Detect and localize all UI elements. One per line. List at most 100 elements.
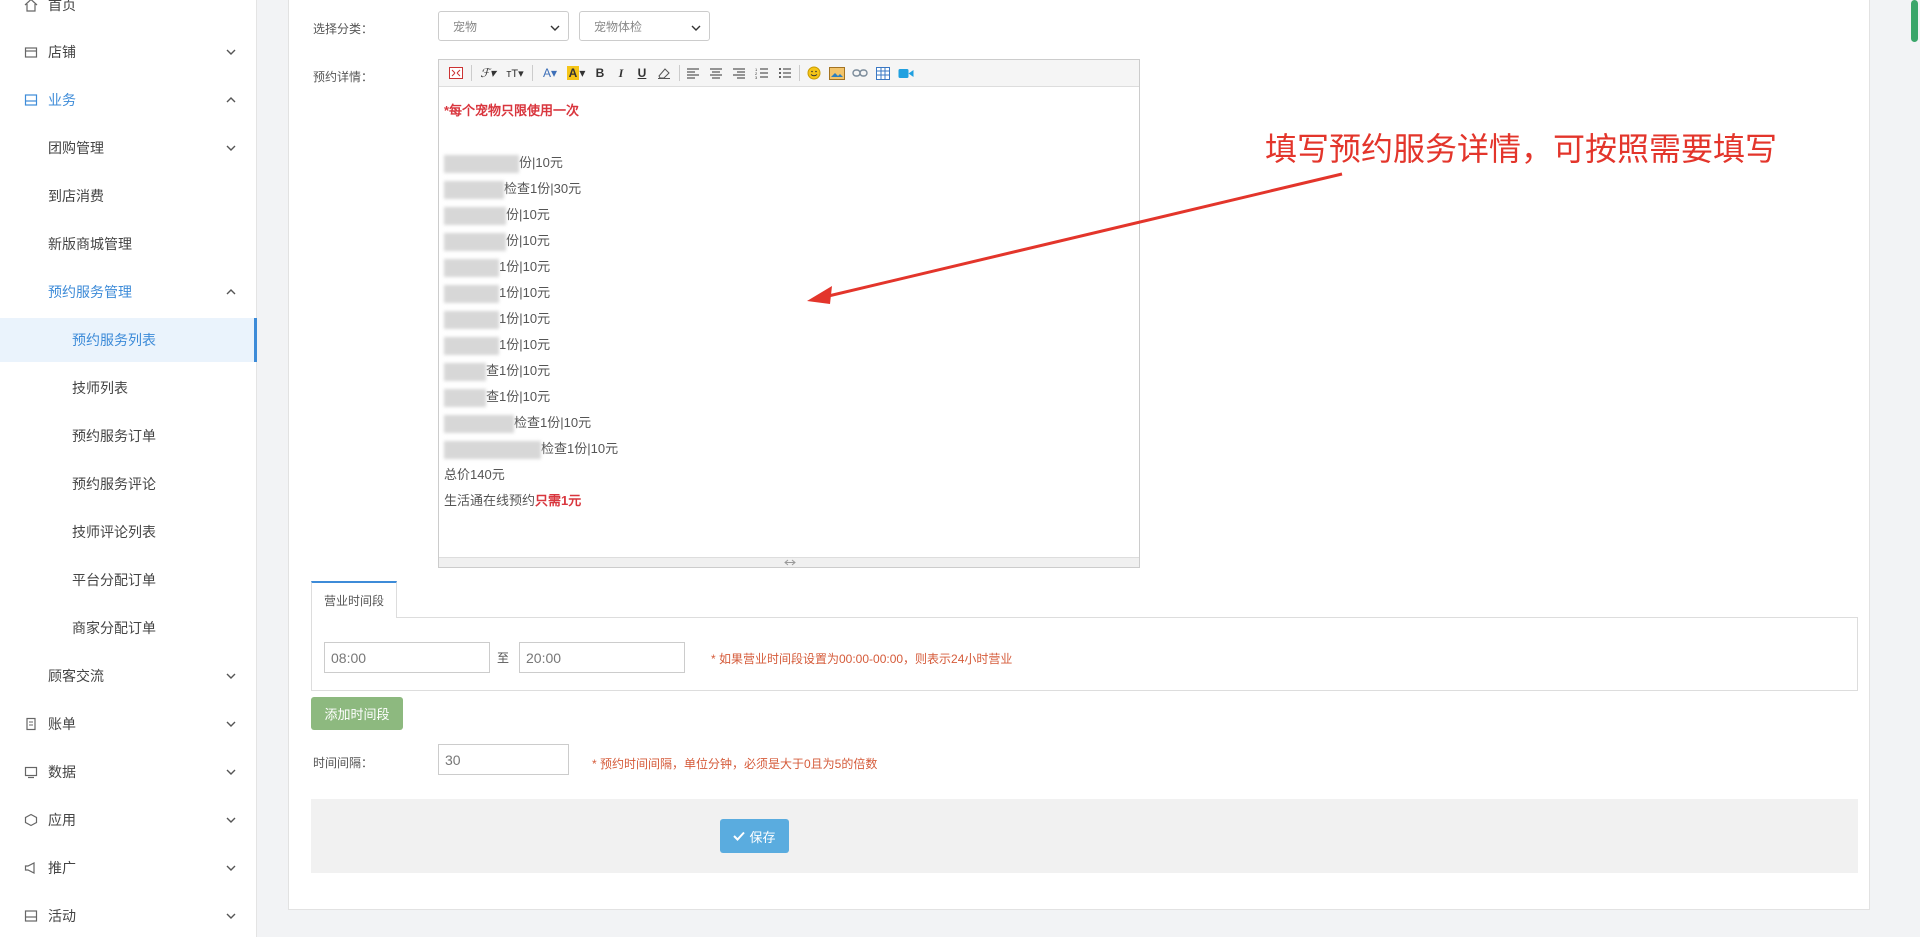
sidebar-item-label: 活动 xyxy=(48,908,76,924)
category-select-primary[interactable]: 宠物 xyxy=(438,11,569,41)
scrollbar-thumb[interactable] xyxy=(1911,0,1918,42)
sidebar-item-label: 到店消费 xyxy=(48,188,104,204)
link-icon[interactable] xyxy=(851,64,869,82)
save-button-label: 保存 xyxy=(749,829,776,845)
video-icon[interactable] xyxy=(897,64,915,82)
align-center-icon[interactable] xyxy=(708,64,724,82)
blurred-text xyxy=(444,310,499,329)
blurred-text xyxy=(444,284,499,303)
editor-line: 1份|10元 xyxy=(444,256,550,277)
editor-line: 检查1份|30元 xyxy=(444,178,581,199)
page-scrollbar[interactable] xyxy=(1908,0,1920,937)
sidebar-item-label: 推广 xyxy=(48,860,76,876)
blurred-text xyxy=(444,232,506,251)
sidebar-item-merchant-orders[interactable]: 商家分配订单 xyxy=(0,606,256,650)
font-size-icon[interactable]: тT▾ xyxy=(503,64,527,82)
sidebar-item-appointment-mgmt[interactable]: 预约服务管理 xyxy=(0,270,256,314)
editor-line: 查1份|10元 xyxy=(444,386,550,407)
sidebar-item-bill[interactable]: 账单 xyxy=(0,702,256,746)
hours-end-input[interactable] xyxy=(519,642,685,673)
editor-content[interactable]: *每个宠物只限使用一次 份|10元 检查1份|30元 份|10元 份|10元 1… xyxy=(439,87,1139,559)
blurred-text xyxy=(444,414,514,433)
chevron-down-icon xyxy=(550,21,560,35)
app-icon xyxy=(23,812,39,828)
sidebar-item-store[interactable]: 店铺 xyxy=(0,30,256,74)
save-button[interactable]: 保存 xyxy=(720,819,789,853)
editor-line: 检查1份|10元 xyxy=(444,438,618,459)
blurred-text xyxy=(444,336,499,355)
sidebar-item-appointment-orders[interactable]: 预约服务订单 xyxy=(0,414,256,458)
sidebar-item-label: 预约服务评论 xyxy=(72,476,156,492)
highlight-color-icon[interactable]: A ▾ xyxy=(565,64,587,82)
align-left-icon[interactable] xyxy=(685,64,701,82)
emoji-icon[interactable] xyxy=(805,64,823,82)
activity-icon xyxy=(23,908,39,924)
sidebar: 首页 店铺 业务 团购管理 到店消费 新版商城管理 预约服务管理 预约服务列表 … xyxy=(0,0,257,937)
data-icon xyxy=(23,764,39,780)
sidebar-item-in-store[interactable]: 到店消费 xyxy=(0,174,256,218)
font-family-icon[interactable]: ℱ▾ xyxy=(477,64,499,82)
editor-line: 1份|10元 xyxy=(444,282,550,303)
sidebar-item-customer-chat[interactable]: 顾客交流 xyxy=(0,654,256,698)
editor-line: 1份|10元 xyxy=(444,308,550,329)
blurred-text xyxy=(444,362,486,381)
chevron-down-icon xyxy=(226,143,236,153)
sidebar-item-appointment-list[interactable]: 预约服务列表 xyxy=(0,318,257,362)
sidebar-item-label: 平台分配订单 xyxy=(72,572,156,588)
editor-line: *每个宠物只限使用一次 xyxy=(444,103,580,118)
underline-icon[interactable]: U xyxy=(634,64,650,82)
editor-resize-handle[interactable] xyxy=(439,557,1139,567)
sidebar-item-home[interactable]: 首页 xyxy=(0,0,256,27)
table-icon[interactable] xyxy=(874,64,892,82)
sidebar-item-label: 账单 xyxy=(48,716,76,732)
sidebar-item-data[interactable]: 数据 xyxy=(0,750,256,794)
interval-label: 时间间隔： xyxy=(313,756,374,770)
sidebar-item-technician-list[interactable]: 技师列表 xyxy=(0,366,256,410)
interval-input[interactable] xyxy=(438,744,569,775)
tab-business-hours[interactable]: 营业时间段 xyxy=(311,581,397,618)
chevron-up-icon xyxy=(226,95,236,105)
business-hours-panel: 至 * 如果营业时间段设置为00:00-00:00，则表示24小时营业 xyxy=(311,617,1858,691)
sidebar-item-activity[interactable]: 活动 xyxy=(0,894,256,937)
sidebar-item-label: 首页 xyxy=(48,0,76,13)
sidebar-item-app[interactable]: 应用 xyxy=(0,798,256,842)
sidebar-item-label: 预约服务订单 xyxy=(72,428,156,444)
chevron-down-icon xyxy=(226,863,236,873)
sidebar-item-promote[interactable]: 推广 xyxy=(0,846,256,890)
hours-to-label: 至 xyxy=(497,651,510,665)
sidebar-item-label: 商家分配订单 xyxy=(72,620,156,636)
bold-icon[interactable]: B xyxy=(592,64,608,82)
chevron-down-icon xyxy=(691,21,701,35)
sidebar-item-business[interactable]: 业务 xyxy=(0,78,256,122)
editor-line: 检查1份|10元 xyxy=(444,412,591,433)
sidebar-item-label: 技师评论列表 xyxy=(72,524,156,540)
sidebar-item-label: 顾客交流 xyxy=(48,668,104,684)
fullscreen-icon[interactable] xyxy=(447,64,465,82)
rich-text-editor[interactable]: ℱ▾ тT▾ A▾ A ▾ B I U 123 *每个宠物只限使用一次 份|10元… xyxy=(438,59,1140,568)
annotation-arrow-icon xyxy=(807,172,1343,304)
sidebar-item-label: 业务 xyxy=(48,92,76,108)
italic-icon[interactable]: I xyxy=(613,64,629,82)
detail-label: 预约详情： xyxy=(313,70,374,84)
editor-line: 查1份|10元 xyxy=(444,360,550,381)
blurred-text xyxy=(444,154,519,173)
sidebar-item-label: 店铺 xyxy=(48,44,76,60)
add-time-slot-button[interactable]: 添加时间段 xyxy=(311,697,403,730)
sidebar-item-platform-orders[interactable]: 平台分配订单 xyxy=(0,558,256,602)
align-right-icon[interactable] xyxy=(731,64,747,82)
eraser-icon[interactable] xyxy=(655,64,673,82)
sidebar-item-technician-reviews[interactable]: 技师评论列表 xyxy=(0,510,256,554)
editor-line: 份|10元 xyxy=(444,152,563,173)
image-icon[interactable] xyxy=(828,64,846,82)
editor-toolbar: ℱ▾ тT▾ A▾ A ▾ B I U 123 xyxy=(439,60,1139,87)
sidebar-item-appointment-reviews[interactable]: 预约服务评论 xyxy=(0,462,256,506)
font-color-icon[interactable]: A▾ xyxy=(539,64,561,82)
chevron-down-icon xyxy=(226,47,236,57)
ordered-list-icon[interactable]: 123 xyxy=(754,64,770,82)
unordered-list-icon[interactable] xyxy=(777,64,793,82)
editor-line: 份|10元 xyxy=(444,230,550,251)
category-select-secondary[interactable]: 宠物体检 xyxy=(579,11,710,41)
sidebar-item-group-buy[interactable]: 团购管理 xyxy=(0,126,256,170)
sidebar-item-new-mall[interactable]: 新版商城管理 xyxy=(0,222,256,266)
hours-start-input[interactable] xyxy=(324,642,490,673)
